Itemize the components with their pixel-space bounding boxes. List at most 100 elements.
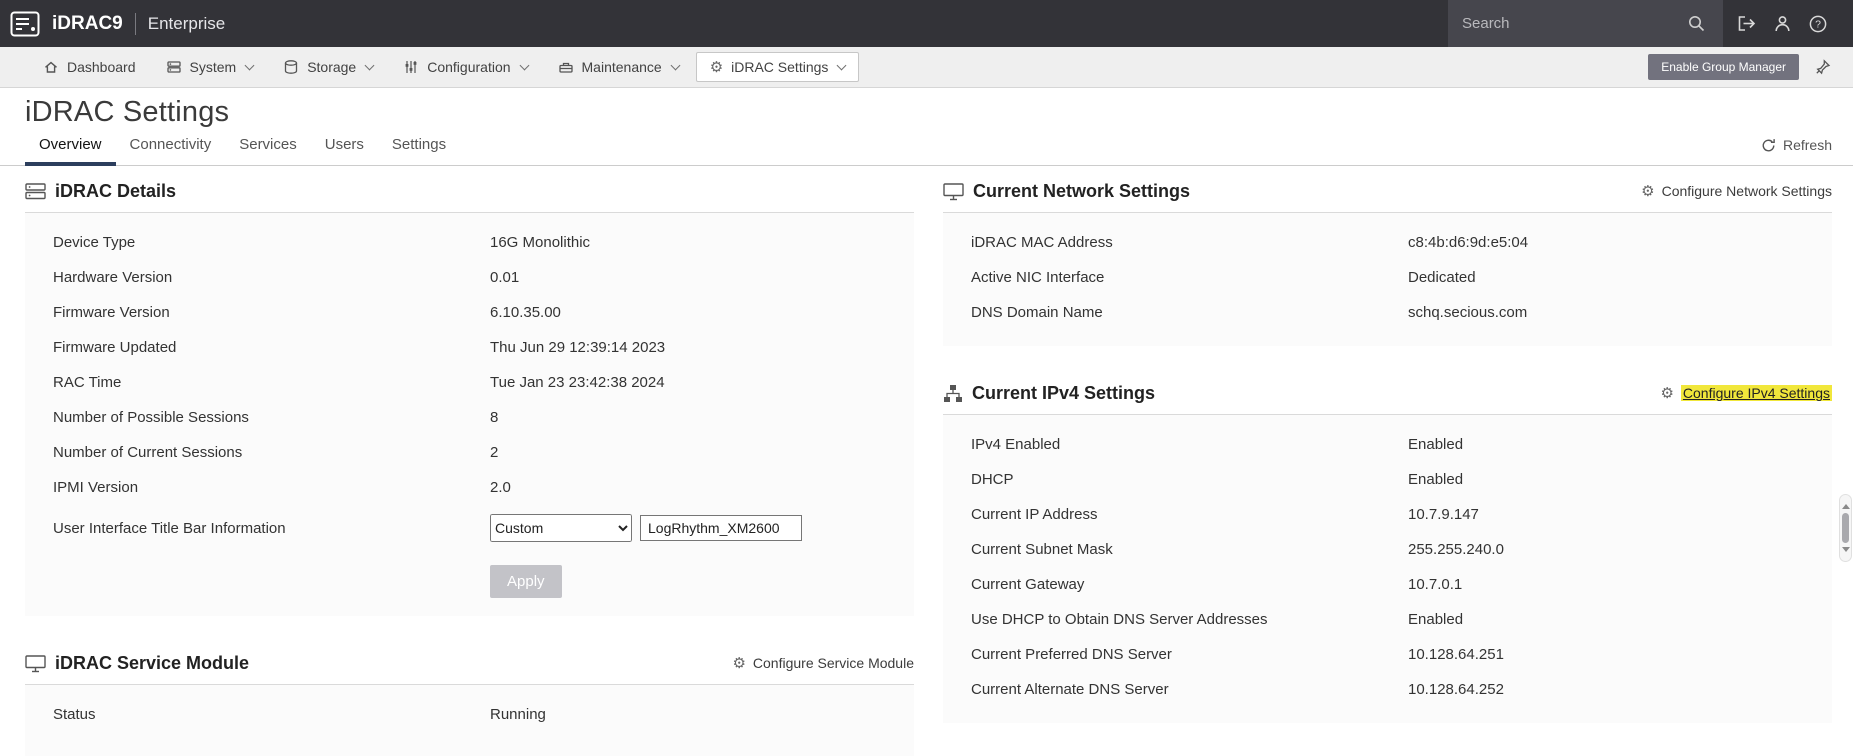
- row-label: RAC Time: [53, 374, 122, 391]
- help-icon[interactable]: ?: [1805, 11, 1831, 37]
- vertical-scrollbar[interactable]: [1839, 494, 1852, 562]
- monitor-icon: [25, 654, 46, 673]
- monitor-icon: [943, 182, 964, 201]
- card-title: iDRAC Details: [55, 180, 177, 201]
- row-label: IPv4 Enabled: [971, 436, 1061, 453]
- row-label: iDRAC MAC Address: [971, 234, 1113, 251]
- scroll-down-icon[interactable]: [1841, 547, 1850, 556]
- nav-label: System: [189, 59, 237, 75]
- network-row-list: iDRAC MAC Address c8:4b:d6:9d:e5:04 Acti…: [943, 225, 1832, 330]
- idrac-logo-icon: [10, 11, 40, 37]
- gear-icon: ⚙: [1641, 181, 1655, 200]
- detail-row: RAC Time Tue Jan 23 23:42:38 2024: [25, 365, 914, 400]
- action-label: Configure Service Module: [752, 655, 914, 671]
- toolbox-icon: [558, 59, 574, 75]
- row-label: Number of Possible Sessions: [53, 409, 249, 426]
- row-label: Number of Current Sessions: [53, 444, 243, 461]
- row-label: Current Alternate DNS Server: [971, 681, 1169, 698]
- nav-item-dashboard[interactable]: Dashboard: [30, 53, 149, 81]
- row-value: Enabled: [1408, 471, 1464, 488]
- search-box[interactable]: [1448, 0, 1723, 47]
- svg-text:?: ?: [1815, 18, 1821, 30]
- configure-network-settings-link[interactable]: ⚙ Configure Network Settings: [1641, 183, 1832, 199]
- row-value: 10.128.64.251: [1408, 646, 1504, 663]
- server-details-icon: [25, 182, 46, 201]
- row-value: 255.255.240.0: [1408, 541, 1504, 558]
- detail-row: iDRAC MAC Address c8:4b:d6:9d:e5:04: [943, 225, 1832, 260]
- tab-overview[interactable]: Overview: [25, 128, 116, 166]
- service-row-list: Status Running: [25, 697, 914, 732]
- nav-item-idrac-settings[interactable]: ⚙ iDRAC Settings: [695, 52, 860, 82]
- enable-group-manager-button[interactable]: Enable Group Manager: [1648, 54, 1799, 80]
- detail-row: Hardware Version 0.01: [25, 260, 914, 295]
- title-bar-mode-select[interactable]: Custom: [490, 514, 632, 542]
- row-label: Current Preferred DNS Server: [971, 646, 1172, 663]
- row-label: Current Gateway: [971, 576, 1085, 593]
- configure-ipv4-link-label: Configure IPv4 Settings: [1680, 385, 1832, 401]
- row-value: 0.01: [490, 269, 520, 286]
- detail-row: Number of Current Sessions 2: [25, 435, 914, 470]
- brand-name: iDRAC9: [52, 12, 123, 34]
- sliders-icon: [403, 59, 419, 75]
- card-title: Current IPv4 Settings: [972, 382, 1156, 403]
- row-label: Active NIC Interface: [971, 269, 1105, 286]
- title-bar-text-input[interactable]: [640, 515, 802, 541]
- detail-row: DNS Domain Name schq.secious.com: [943, 295, 1832, 330]
- row-label: Device Type: [53, 234, 136, 251]
- row-label: Status: [53, 706, 96, 723]
- user-icon[interactable]: [1769, 11, 1795, 37]
- tab-connectivity[interactable]: Connectivity: [116, 128, 226, 166]
- detail-row: Current Gateway 10.7.0.1: [943, 567, 1832, 602]
- card-header: Current Network Settings ⚙ Configure Net…: [943, 170, 1832, 212]
- content-area: iDRAC Details Device Type 16G Monolithic…: [0, 166, 1853, 756]
- tab-users[interactable]: Users: [311, 128, 378, 166]
- card-header: iDRAC Details: [25, 170, 914, 212]
- scrollbar-thumb[interactable]: [1842, 513, 1849, 543]
- action-label: Configure Network Settings: [1661, 183, 1832, 199]
- right-column: Current Network Settings ⚙ Configure Net…: [943, 170, 1832, 749]
- idrac-details-body: Device Type 16G Monolithic Hardware Vers…: [25, 212, 914, 616]
- page-title: iDRAC Settings: [25, 96, 230, 128]
- row-label: DNS Domain Name: [971, 304, 1103, 321]
- row-value: Enabled: [1408, 436, 1464, 453]
- logout-icon[interactable]: [1733, 11, 1759, 37]
- nav-item-storage[interactable]: Storage: [270, 53, 386, 81]
- configure-service-module-link[interactable]: ⚙ Configure Service Module: [732, 655, 914, 671]
- scroll-up-icon[interactable]: [1841, 500, 1850, 509]
- detail-row: Use DHCP to Obtain DNS Server Addresses …: [943, 602, 1832, 637]
- search-input[interactable]: [1462, 15, 1675, 32]
- row-value: 2: [490, 444, 499, 461]
- gear-icon: ⚙: [1660, 383, 1674, 402]
- tab-services[interactable]: Services: [225, 128, 311, 166]
- topbar-icon-group: ?: [1723, 11, 1853, 37]
- detail-row: Current IP Address 10.7.9.147: [943, 497, 1832, 532]
- chevron-down-icon: [670, 60, 681, 70]
- detail-row: Current Preferred DNS Server 10.128.64.2…: [943, 637, 1832, 672]
- row-label: Firmware Version: [53, 304, 170, 321]
- nav-label: Dashboard: [67, 59, 136, 75]
- brand-divider: [134, 12, 136, 35]
- card-header: iDRAC Service Module ⚙ Configure Service…: [25, 642, 914, 684]
- chevron-down-icon: [244, 60, 255, 70]
- server-icon: [166, 59, 182, 75]
- ipv4-row-list: IPv4 Enabled Enabled DHCP Enabled Curren…: [943, 427, 1832, 707]
- search-icon[interactable]: [1683, 11, 1709, 37]
- card-header: Current IPv4 Settings ⚙ Configure IPv4 S…: [943, 372, 1832, 414]
- configure-ipv4-settings-link[interactable]: ⚙ Configure IPv4 Settings: [1660, 385, 1832, 401]
- row-label: Firmware Updated: [53, 339, 177, 356]
- nav-item-system[interactable]: System: [153, 53, 267, 81]
- nav-item-maintenance[interactable]: Maintenance: [545, 53, 692, 81]
- detail-row: Current Subnet Mask 255.255.240.0: [943, 532, 1832, 567]
- top-bar: iDRAC9 Enterprise Search ?: [0, 0, 1853, 47]
- main-nav: Dashboard System Storage Configuration M…: [0, 47, 1853, 88]
- ipv4-settings-body: IPv4 Enabled Enabled DHCP Enabled Curren…: [943, 414, 1832, 723]
- tab-settings[interactable]: Settings: [378, 128, 460, 166]
- service-module-body: Status Running: [25, 684, 914, 756]
- details-row-list: Device Type 16G Monolithic Hardware Vers…: [25, 225, 914, 505]
- apply-button[interactable]: Apply: [490, 565, 562, 598]
- row-label: User Interface Title Bar Information: [53, 519, 286, 537]
- pin-icon[interactable]: [1815, 59, 1831, 75]
- row-value: 16G Monolithic: [490, 234, 591, 251]
- refresh-button[interactable]: Refresh: [1761, 137, 1832, 153]
- nav-item-configuration[interactable]: Configuration: [390, 53, 540, 81]
